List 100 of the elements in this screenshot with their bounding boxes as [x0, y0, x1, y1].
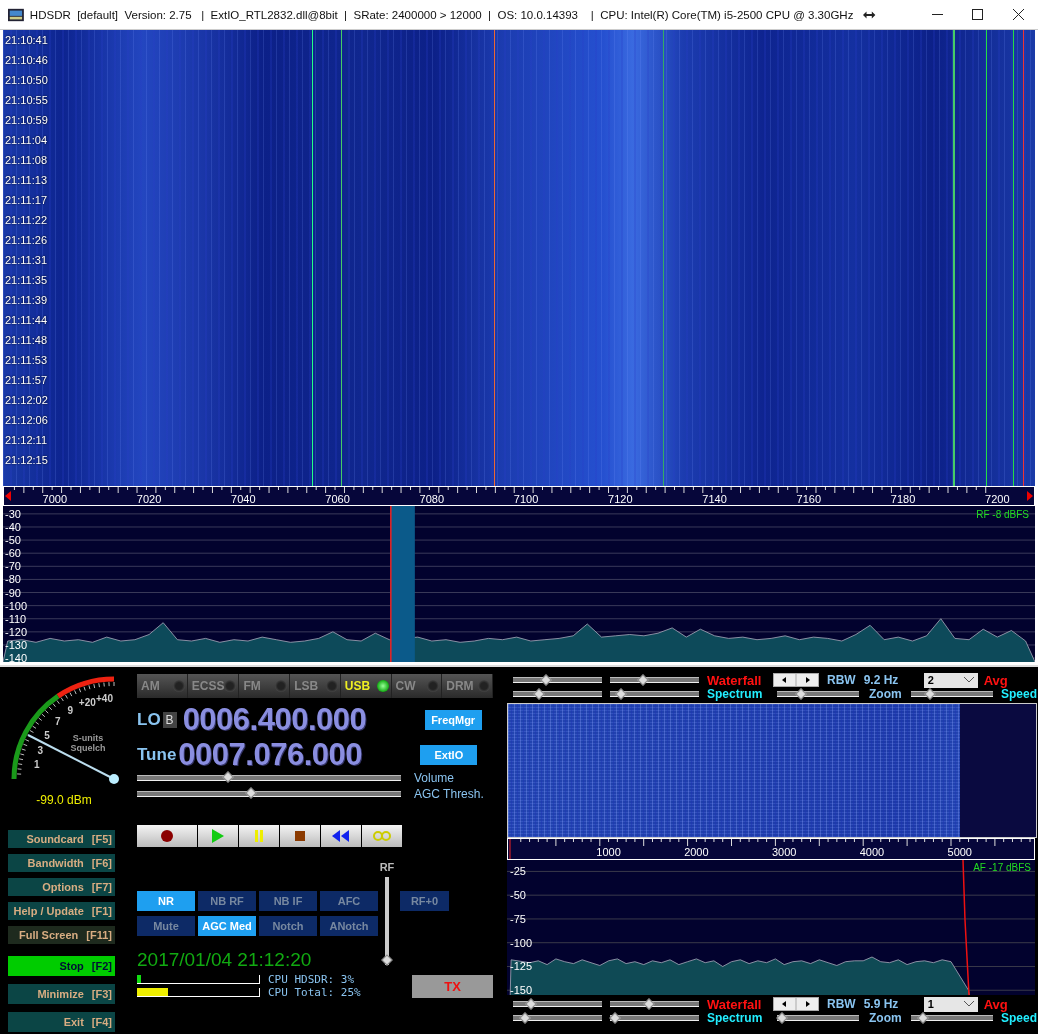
horizontal-slider[interactable]: [513, 674, 602, 686]
timestamp: 21:11:13: [5, 173, 47, 188]
function-key-button[interactable]: Options [F7]: [8, 878, 115, 896]
timestamp: 21:11:35: [5, 273, 47, 288]
horizontal-slider[interactable]: [513, 998, 602, 1010]
function-key-button[interactable]: Stop [F2]: [8, 956, 115, 976]
speed-slider[interactable]: [911, 688, 993, 700]
axis-label: 1000: [596, 846, 621, 858]
mode-button[interactable]: USB: [340, 674, 392, 698]
average-dropdown[interactable]: 1: [923, 996, 978, 1012]
horizontal-slider[interactable]: [513, 1012, 602, 1024]
af-level-readout: AF -17 dBFS: [973, 862, 1031, 873]
slider-thumb[interactable]: [540, 674, 552, 686]
horizontal-slider[interactable]: [610, 688, 699, 700]
timestamp: 21:11:53: [5, 353, 47, 368]
filter-edge-marker[interactable]: [962, 860, 970, 995]
mode-button[interactable]: LSB: [290, 674, 341, 698]
axis-label: -50: [510, 889, 526, 902]
stop-button[interactable]: [280, 825, 320, 847]
horizontal-slider[interactable]: [137, 788, 401, 800]
mode-button[interactable]: FM: [239, 674, 291, 698]
function-key-button[interactable]: Full Screen [F11]: [8, 926, 115, 944]
squelch-label: Squelch: [70, 743, 106, 753]
horizontal-slider[interactable]: [610, 674, 699, 686]
slider-thumb[interactable]: [381, 954, 393, 966]
step-buttons[interactable]: [773, 673, 819, 687]
scale-label: +40: [96, 692, 113, 704]
mode-button[interactable]: AM: [137, 674, 188, 698]
slider-label: AGC Thresh.: [414, 787, 484, 801]
vfo-badge[interactable]: B: [162, 711, 177, 728]
scroll-left-arrow-icon[interactable]: [5, 491, 11, 501]
timestamp: 21:11:22: [5, 213, 47, 228]
slider-thumb[interactable]: [533, 688, 545, 700]
toggle-button[interactable]: NB RF: [198, 891, 256, 911]
function-key-button[interactable]: Help / Update [F1]: [8, 902, 115, 920]
slider-thumb[interactable]: [795, 688, 808, 700]
rbw-value: 9.2 Hz: [863, 673, 900, 687]
average-dropdown[interactable]: 2: [923, 672, 978, 688]
cpu-label: CPU Total: 25%: [268, 985, 361, 999]
axis-label: 7040: [231, 493, 256, 505]
double-arrow-icon[interactable]: [863, 10, 876, 19]
mode-button[interactable]: DRM: [442, 674, 493, 698]
avg-label: Avg: [983, 996, 1008, 1012]
frequency-scale[interactable]: [3, 486, 1035, 506]
function-key-button[interactable]: Exit [F4]: [8, 1012, 115, 1032]
toggle-button[interactable]: NB IF: [259, 891, 317, 911]
axis-label: -100: [5, 599, 28, 612]
rbw-label: RBW: [827, 673, 856, 687]
lo-frequency[interactable]: 0006.400.000: [182, 701, 407, 738]
speed-slider[interactable]: [911, 1012, 993, 1024]
toggle-button[interactable]: Notch: [259, 916, 317, 936]
toggle-button[interactable]: ANotch: [320, 916, 378, 936]
function-key-button[interactable]: Bandwidth [F6]: [8, 854, 115, 872]
zoom-slider[interactable]: [777, 688, 859, 700]
scroll-right-arrow-icon[interactable]: [1027, 491, 1033, 501]
slider-thumb[interactable]: [222, 771, 234, 783]
slider-thumb[interactable]: [245, 787, 257, 799]
record-button[interactable]: [137, 825, 197, 847]
axis-label: -80: [5, 573, 21, 586]
s-units-label: S-units: [72, 733, 104, 743]
horizontal-slider[interactable]: [610, 998, 699, 1010]
tune-marker[interactable]: [390, 506, 392, 662]
horizontal-slider[interactable]: [513, 688, 602, 700]
rewind-button[interactable]: [321, 825, 361, 847]
slider-thumb[interactable]: [917, 1012, 929, 1024]
timestamp: 21:11:39: [5, 293, 47, 308]
step-buttons[interactable]: [773, 997, 819, 1011]
horizontal-slider[interactable]: [610, 1012, 699, 1024]
slider-thumb[interactable]: [609, 1012, 621, 1024]
speed-label: Speed: [1001, 687, 1037, 701]
horizontal-slider[interactable]: [137, 772, 401, 784]
toggle-button[interactable]: AGC Med: [198, 916, 256, 936]
carrier-marker[interactable]: [509, 838, 511, 860]
mode-button[interactable]: CW: [391, 674, 443, 698]
extio-button[interactable]: ExtIO: [420, 744, 478, 765]
rf-gain-button[interactable]: RF+0: [400, 891, 449, 911]
slider-thumb[interactable]: [519, 1012, 531, 1024]
axis-label: 7020: [136, 493, 162, 505]
tune-label: Tune: [137, 744, 177, 765]
toggle-button[interactable]: NR: [137, 891, 195, 911]
axis-label: -25: [510, 865, 526, 878]
signal-reading: -99.0 dBm: [36, 793, 92, 807]
function-key-button[interactable]: Minimize [F3]: [8, 984, 115, 1004]
rf-gain-label: RF: [379, 861, 395, 873]
axis-label: -120: [5, 625, 28, 638]
rewind-icon: [331, 829, 351, 843]
slider-thumb[interactable]: [643, 998, 655, 1010]
toggle-button[interactable]: AFC: [320, 891, 378, 911]
scale-label: 7: [55, 715, 61, 727]
axis-label: -110: [5, 612, 27, 625]
zoom-slider[interactable]: [777, 1012, 859, 1024]
mode-button[interactable]: ECSS: [187, 674, 240, 698]
slider-thumb[interactable]: [615, 688, 627, 700]
tune-frequency[interactable]: 0007.076.000: [178, 736, 403, 773]
close-icon: [1013, 9, 1025, 20]
slider-thumb[interactable]: [776, 1012, 788, 1024]
toggle-button[interactable]: Mute: [137, 916, 195, 936]
slider-thumb[interactable]: [924, 688, 937, 700]
function-key-button[interactable]: Soundcard [F5]: [8, 830, 115, 848]
freqmgr-button[interactable]: FreqMgr: [424, 709, 482, 730]
